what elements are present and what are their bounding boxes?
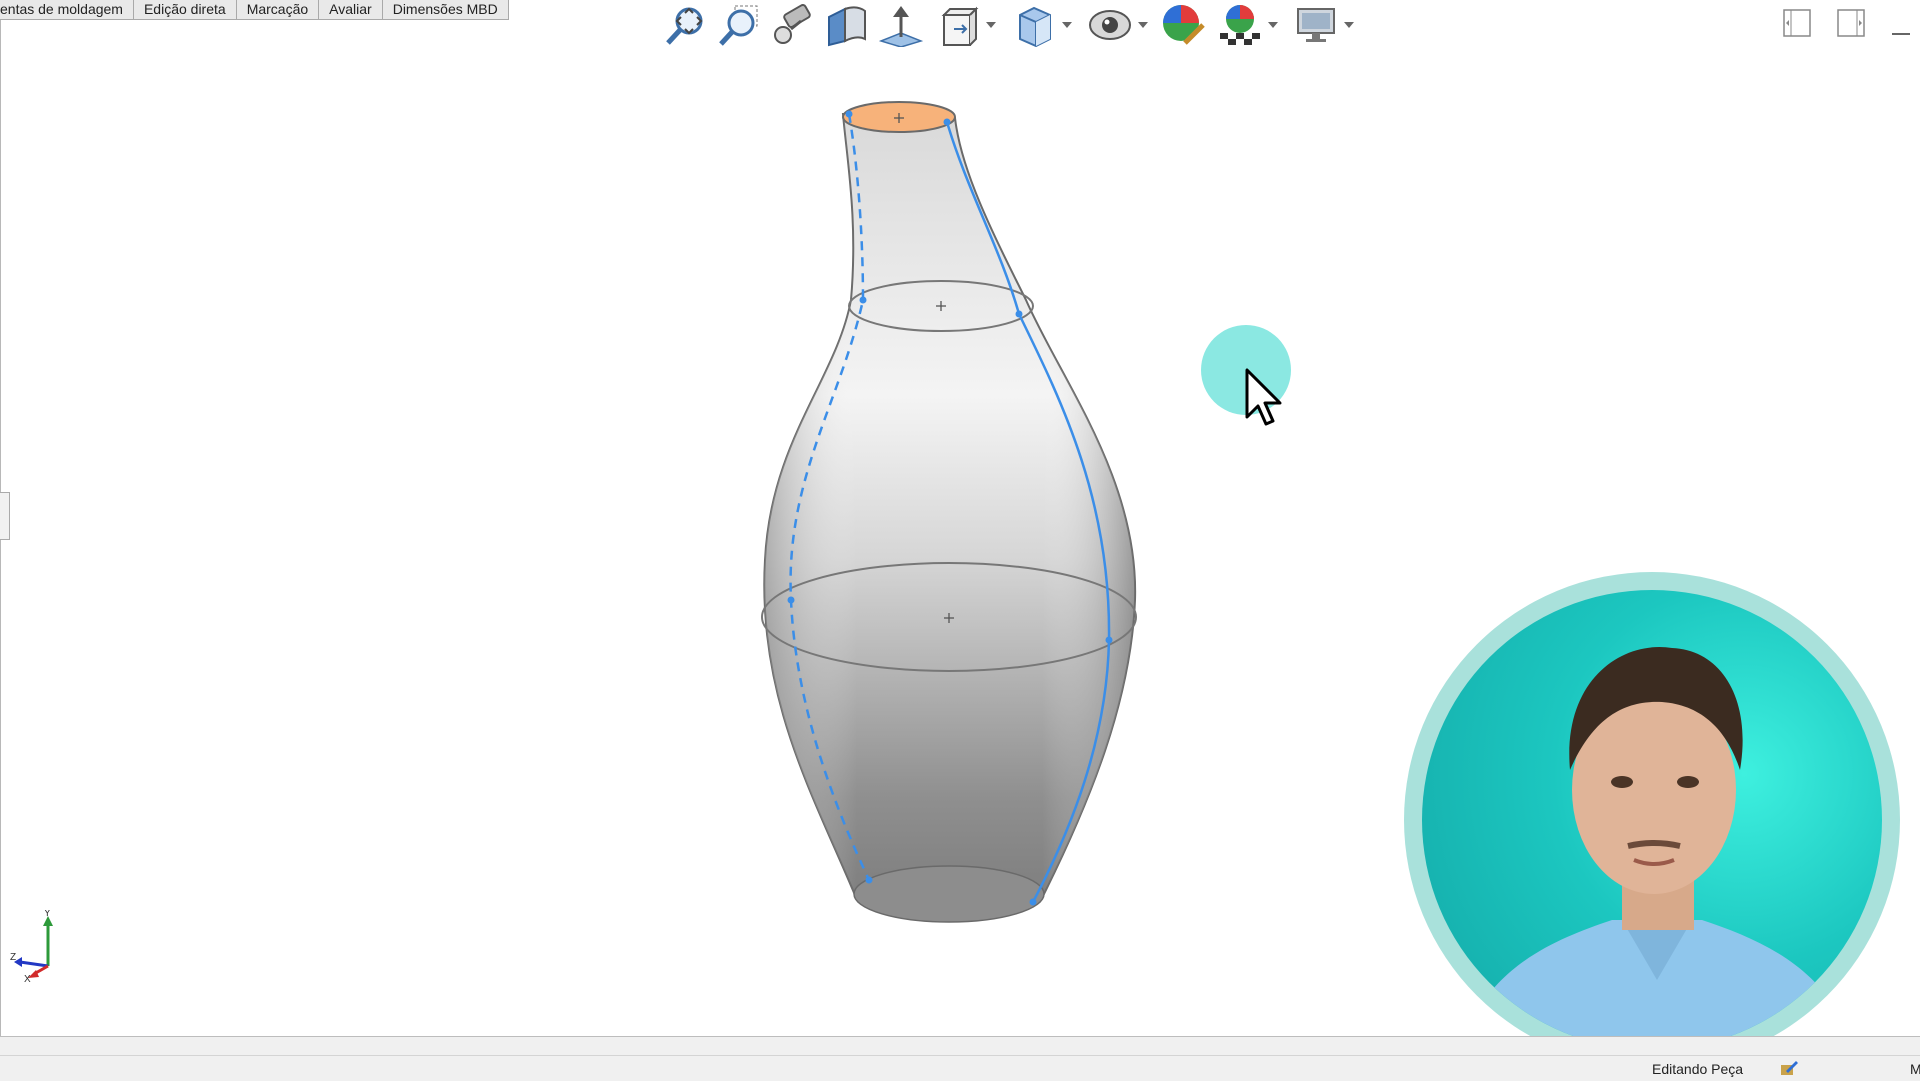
minimize-icon[interactable] — [1890, 8, 1910, 43]
svg-text:X: X — [24, 974, 31, 982]
status-bar: Editando Peça M — [0, 1036, 1920, 1081]
vase-bottom-face[interactable] — [853, 865, 1045, 923]
svg-text:Z: Z — [10, 952, 16, 963]
previous-view-icon[interactable] — [768, 0, 818, 50]
reference-triad: Y Z X — [8, 908, 60, 987]
view-orientation-icon[interactable] — [930, 0, 1002, 50]
heads-up-view-toolbar — [660, 0, 1360, 50]
apply-scene-icon[interactable] — [1212, 0, 1284, 50]
section-view-icon[interactable] — [822, 0, 872, 50]
status-units-text[interactable]: M — [1910, 1061, 1920, 1077]
tab-mold-tools[interactable]: entas de moldagem — [0, 0, 134, 20]
collapse-right-pane-icon[interactable] — [1836, 8, 1866, 43]
tab-direct-edit[interactable]: Edição direta — [133, 0, 237, 20]
zoom-to-fit-icon[interactable] — [660, 0, 710, 50]
view-settings-icon[interactable] — [1288, 0, 1360, 50]
edit-appearance-icon[interactable] — [1158, 0, 1208, 50]
viewport-controls — [1782, 0, 1920, 50]
collapse-left-pane-icon[interactable] — [1782, 8, 1812, 43]
tab-mbd-dimensions[interactable]: Dimensões MBD — [382, 0, 509, 20]
webcam-overlay — [1404, 572, 1900, 1068]
edit-sketch-status-icon[interactable] — [1780, 1059, 1798, 1082]
command-manager-tabs: entas de moldagem Edição direta Marcação… — [0, 0, 509, 20]
status-mode-text: Editando Peça — [1652, 1061, 1744, 1077]
mouse-cursor — [1200, 324, 1300, 439]
zoom-to-area-icon[interactable] — [714, 0, 764, 50]
tab-markup[interactable]: Marcação — [236, 0, 320, 20]
feature-manager-collapse-tab[interactable] — [0, 492, 10, 540]
display-style-icon[interactable] — [1006, 0, 1078, 50]
dynamic-annotation-icon[interactable] — [876, 0, 926, 50]
hide-show-items-icon[interactable] — [1082, 0, 1154, 50]
tab-evaluate[interactable]: Avaliar — [319, 0, 383, 20]
presenter-video — [1422, 590, 1882, 1050]
svg-text:Y: Y — [44, 910, 51, 919]
